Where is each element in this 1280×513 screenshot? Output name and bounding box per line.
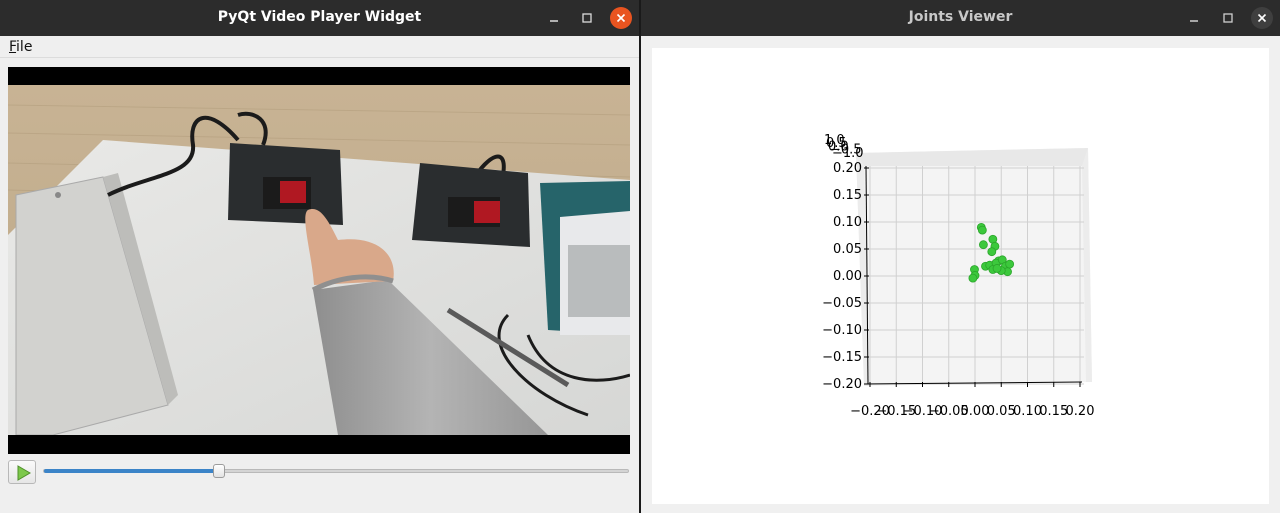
- seek-slider[interactable]: [43, 469, 629, 473]
- scatter-point: [977, 225, 987, 235]
- play-button[interactable]: [8, 460, 36, 484]
- minimize-icon[interactable]: [1183, 7, 1205, 29]
- seek-handle[interactable]: [212, 464, 225, 478]
- z-tick-labels: 1.00.50.0−0.5−1.0: [824, 133, 864, 161]
- x-tick-label: 0.10: [1013, 404, 1042, 419]
- y-tick-label: 0.00: [833, 269, 862, 284]
- scatter-point: [1005, 259, 1015, 269]
- y-tick-label: 0.05: [833, 242, 862, 257]
- seek-progress: [44, 469, 220, 473]
- y-tick-label: −0.10: [822, 323, 862, 338]
- video-player-titlebar[interactable]: PyQt Video Player Widget: [0, 0, 639, 36]
- menu-file[interactable]: File: [9, 39, 32, 55]
- y-tick-label: 0.20: [833, 161, 862, 176]
- y-tick-label: −0.15: [822, 350, 862, 365]
- joints-viewer-window: Joints Viewer −0.20 −0.15 −0.10 −0.05 0.00 0.…: [641, 0, 1280, 513]
- video-frame: [8, 85, 630, 435]
- minimize-icon[interactable]: [543, 7, 565, 29]
- close-icon[interactable]: [610, 7, 632, 29]
- x-tick-label: 0.05: [987, 404, 1016, 419]
- y-tick-labels: 0.20 0.15 0.10 0.05 0.00 −0.05 −0.10 −0.15 −0.20: [822, 161, 862, 392]
- y-tick-label: 0.10: [833, 215, 862, 230]
- close-icon[interactable]: [1251, 7, 1273, 29]
- scatter-point: [968, 273, 978, 283]
- playback-controls: [0, 458, 639, 486]
- joints-viewer-titlebar[interactable]: Joints Viewer: [641, 0, 1280, 36]
- y-tick-label: −0.05: [822, 296, 862, 311]
- x-tick-label: 0.20: [1066, 404, 1095, 419]
- x-tick-labels: −0.20−0.15−0.10−0.050.000.050.100.150.20: [850, 404, 1094, 419]
- plot-canvas[interactable]: −0.20 −0.15 −0.10 −0.05 0.00 0.05 0.10 0.15 0.20…: [652, 48, 1269, 504]
- menu-file-label: ile: [16, 39, 33, 55]
- scatter-point: [978, 240, 988, 250]
- z-tick-label: −1.0: [832, 146, 864, 161]
- scatter-3d-plot: −0.20−0.15−0.10−0.050.000.050.100.150.20…: [822, 133, 1094, 419]
- menu-file-mnemonic: F: [9, 39, 17, 55]
- plot-top-pane: [856, 148, 1088, 166]
- menu-bar: File: [0, 36, 639, 58]
- x-tick-label: 0.15: [1039, 404, 1068, 419]
- maximize-icon[interactable]: [576, 7, 598, 29]
- video-player-window: PyQt Video Player Widget File: [0, 0, 639, 513]
- x-tick-label: 0.00: [961, 404, 990, 419]
- play-icon: [17, 465, 31, 481]
- maximize-icon[interactable]: [1217, 7, 1239, 29]
- scatter-point: [992, 264, 1002, 273]
- scatter-point: [987, 247, 997, 257]
- y-tick-label: −0.20: [822, 377, 862, 392]
- y-tick-label: 0.15: [833, 188, 862, 203]
- video-display[interactable]: [8, 67, 630, 454]
